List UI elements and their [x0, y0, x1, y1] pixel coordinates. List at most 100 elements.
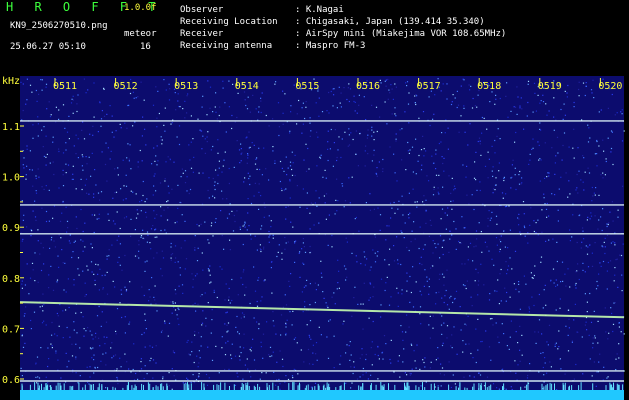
noise-speck: [298, 252, 300, 254]
y-tick-label: 0.7: [2, 324, 20, 335]
noise-speck: [582, 230, 584, 232]
noise-speck: [546, 341, 548, 343]
noise-speck: [351, 315, 353, 317]
noise-speck: [475, 151, 477, 153]
noise-speck: [518, 224, 520, 226]
noise-speck: [302, 238, 304, 240]
noise-speck: [173, 352, 176, 354]
noise-speck: [414, 238, 416, 240]
noise-speck: [224, 368, 226, 371]
noise-speck: [357, 165, 359, 167]
noise-speck: [375, 106, 378, 108]
noise-floor-spike: [571, 385, 573, 390]
noise-speck: [297, 373, 299, 375]
noise-speck: [128, 323, 130, 325]
noise-speck: [270, 226, 272, 228]
noise-speck: [283, 170, 285, 172]
noise-speck: [432, 118, 434, 120]
noise-speck: [146, 241, 148, 243]
noise-speck: [447, 127, 449, 129]
noise-speck: [117, 174, 119, 176]
noise-speck: [304, 251, 307, 253]
noise-speck: [268, 215, 270, 217]
noise-speck: [489, 318, 492, 320]
noise-speck: [22, 238, 24, 240]
noise-speck: [510, 177, 512, 179]
noise-speck: [69, 242, 71, 244]
noise-speck: [32, 124, 34, 126]
noise-speck: [409, 372, 411, 374]
noise-speck: [206, 114, 208, 116]
noise-speck: [114, 223, 116, 225]
noise-speck: [85, 156, 87, 158]
noise-speck: [450, 386, 452, 389]
noise-speck: [193, 156, 195, 158]
noise-speck: [345, 352, 347, 354]
noise-speck: [181, 168, 183, 170]
noise-speck: [485, 330, 487, 332]
noise-speck: [302, 123, 304, 125]
noise-speck: [247, 153, 249, 155]
noise-speck: [435, 246, 437, 249]
noise-speck: [533, 230, 535, 233]
noise-speck: [568, 180, 570, 182]
noise-speck: [604, 237, 606, 239]
noise-speck: [472, 260, 474, 262]
noise-speck: [179, 274, 181, 276]
noise-speck: [168, 219, 170, 221]
noise-speck: [222, 165, 224, 167]
noise-speck: [106, 255, 108, 257]
noise-floor-spike: [563, 384, 565, 390]
noise-speck: [421, 263, 423, 266]
noise-speck: [194, 249, 196, 251]
noise-speck: [500, 268, 502, 271]
noise-speck: [160, 215, 162, 217]
noise-speck: [380, 304, 382, 306]
noise-speck: [272, 150, 274, 152]
noise-speck: [100, 325, 102, 327]
noise-speck: [256, 300, 258, 303]
noise-speck: [362, 303, 364, 305]
noise-speck: [440, 90, 442, 92]
noise-speck: [243, 269, 245, 271]
noise-speck: [618, 322, 620, 324]
noise-speck: [552, 268, 555, 270]
noise-speck: [590, 89, 593, 91]
noise-speck: [111, 115, 113, 117]
noise-speck: [327, 130, 329, 132]
noise-speck: [66, 366, 68, 368]
noise-speck: [429, 219, 431, 221]
noise-speck: [602, 260, 605, 263]
noise-speck: [243, 333, 245, 335]
noise-speck: [152, 377, 154, 379]
noise-speck: [143, 99, 145, 101]
noise-speck: [202, 95, 204, 97]
noise-speck: [290, 221, 292, 223]
noise-speck: [53, 205, 56, 207]
noise-speck: [506, 291, 508, 294]
noise-speck: [130, 78, 132, 81]
noise-speck: [177, 318, 179, 320]
noise-speck: [368, 299, 370, 301]
noise-speck: [408, 152, 410, 154]
noise-speck: [205, 373, 208, 376]
noise-speck: [185, 258, 188, 260]
noise-speck: [212, 177, 214, 180]
noise-speck: [143, 377, 145, 380]
noise-speck: [240, 277, 242, 279]
noise-speck: [439, 235, 442, 237]
noise-speck: [443, 170, 445, 172]
noise-speck: [604, 252, 606, 255]
noise-speck: [613, 280, 615, 282]
noise-speck: [523, 213, 525, 215]
noise-speck: [84, 222, 86, 224]
noise-speck: [346, 276, 348, 278]
noise-speck: [229, 302, 231, 304]
noise-speck: [587, 124, 589, 126]
noise-speck: [35, 362, 37, 364]
noise-floor-spike: [57, 382, 59, 390]
noise-speck: [346, 98, 348, 101]
noise-speck: [328, 112, 330, 114]
noise-speck: [388, 264, 390, 266]
noise-speck: [527, 80, 530, 82]
